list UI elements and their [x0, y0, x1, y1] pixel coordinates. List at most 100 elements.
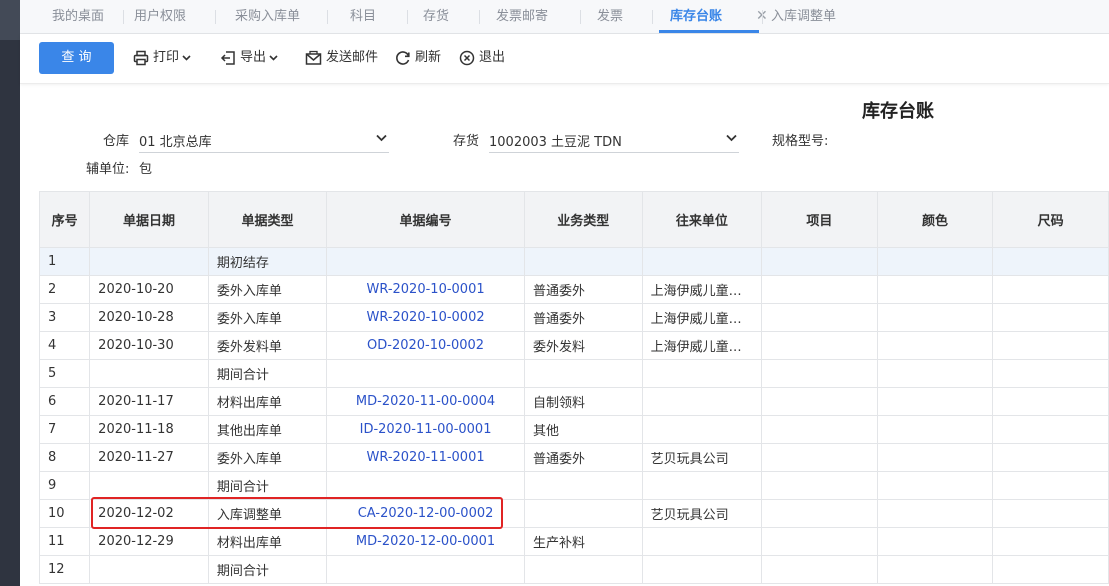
table-row[interactable]: 9 期间合计 — [38, 471, 1109, 500]
cell-partner — [641, 387, 763, 416]
table-row[interactable]: 11 2020-12-29 材料出库单 MD-2020-12-00-0001 生产补料 — [38, 527, 1109, 556]
toolbar: 查 询 打印 导出 发送邮件 刷新 退出 — [20, 34, 1109, 84]
printer-icon — [133, 50, 149, 66]
spec-model-label: 规格型号: — [772, 134, 829, 149]
table-row[interactable]: 12 期间合计 — [38, 555, 1109, 584]
cell-color — [876, 359, 994, 388]
doc-number-link[interactable] — [326, 359, 526, 388]
cell-color — [876, 331, 994, 360]
doc-number-link[interactable]: CA-2020-12-00-0002 — [326, 499, 526, 528]
table-row[interactable]: 2 2020-10-20 委外入库单 WR-2020-10-0001 普通委外 上海伊威儿… — [38, 275, 1109, 304]
cell-size — [992, 415, 1109, 444]
tab-user-permissions[interactable]: 用户权限 — [134, 0, 186, 32]
cell-color — [876, 443, 994, 472]
cell-index: 9 — [38, 471, 91, 500]
chevron-down-icon — [726, 134, 737, 142]
doc-number-link[interactable]: WR-2020-11-0001 — [326, 443, 526, 472]
table-row[interactable]: 6 2020-11-17 材料出库单 MD-2020-11-00-0004 自制领料 — [38, 387, 1109, 416]
cell-date: 2020-10-30 — [89, 331, 209, 360]
cell-doc-type: 材料出库单 — [207, 387, 328, 416]
table-row[interactable]: 3 2020-10-28 委外入库单 WR-2020-10-0002 普通委外 上海伊威儿… — [38, 303, 1109, 332]
tab-accounts[interactable]: 科目 — [350, 0, 376, 32]
export-label: 导出 — [240, 50, 267, 65]
table-row[interactable]: 10 2020-12-02 入库调整单 CA-2020-12-00-0002 艺贝玩具公… — [38, 499, 1109, 528]
cell-size — [992, 443, 1109, 472]
column-header-partner[interactable]: 往来单位 — [641, 191, 763, 248]
inventory-value: 1002003 土豆泥 TDN — [489, 135, 622, 150]
cell-date: 2020-10-20 — [89, 275, 209, 304]
cell-date: 2020-11-18 — [89, 415, 209, 444]
doc-number-link[interactable]: MD-2020-12-00-0001 — [326, 527, 526, 556]
doc-number-link[interactable]: MD-2020-11-00-0004 — [326, 387, 526, 416]
warehouse-value: 01 北京总库 — [139, 135, 212, 150]
cell-color — [876, 303, 994, 332]
tab-my-desktop[interactable]: 我的桌面 — [52, 0, 104, 32]
print-label: 打印 — [153, 50, 180, 65]
cell-index: 2 — [38, 275, 91, 304]
cell-doc-type: 期间合计 — [207, 555, 328, 584]
cell-index: 8 — [38, 443, 91, 472]
doc-number-link[interactable] — [326, 471, 526, 500]
tab-invoice[interactable]: 发票 — [597, 0, 623, 32]
chevron-down-icon — [182, 55, 191, 61]
print-button[interactable]: 打印 — [133, 47, 195, 69]
cell-project — [761, 331, 878, 360]
cell-color — [876, 415, 994, 444]
warehouse-select[interactable]: 01 北京总库 — [139, 127, 389, 153]
inventory-select[interactable]: 1002003 土豆泥 TDN — [489, 127, 739, 153]
tab-inbound-adjustment[interactable]: 入库调整单 — [771, 0, 836, 32]
cell-index: 6 — [38, 387, 91, 416]
column-header-date[interactable]: 单据日期 — [89, 191, 209, 248]
cell-project — [761, 303, 878, 332]
tab-inventory-ledger[interactable]: 库存台账 — [670, 0, 722, 32]
tab-divider — [580, 10, 581, 24]
cell-project — [761, 499, 878, 528]
cell-date — [89, 471, 209, 500]
table-row[interactable]: 8 2020-11-27 委外入库单 WR-2020-11-0001 普通委外 艺贝玩具公… — [38, 443, 1109, 472]
table-row[interactable]: 4 2020-10-30 委外发料单 OD-2020-10-0002 委外发料 上海伊威儿… — [38, 331, 1109, 360]
cell-size — [992, 527, 1109, 556]
cell-project — [761, 527, 878, 556]
cell-date: 2020-11-27 — [89, 443, 209, 472]
aux-unit-value: 包 — [139, 162, 153, 177]
table-row[interactable]: 1 期初结存 — [38, 247, 1109, 276]
inventory-label: 存货 — [453, 134, 480, 149]
query-button[interactable]: 查 询 — [39, 42, 114, 74]
close-icon[interactable]: ✕ — [756, 9, 770, 23]
column-header-doc-type[interactable]: 单据类型 — [207, 191, 328, 248]
left-nav-top — [0, 0, 20, 40]
cell-project — [761, 555, 878, 584]
tab-divider — [123, 10, 124, 24]
cell-partner — [641, 527, 763, 556]
doc-number-link[interactable]: OD-2020-10-0002 — [326, 331, 526, 360]
export-button[interactable]: 导出 — [220, 47, 282, 69]
column-header-index[interactable]: 序号 — [38, 191, 91, 248]
cell-date: 2020-10-28 — [89, 303, 209, 332]
cell-color — [876, 499, 994, 528]
column-header-doc-number[interactable]: 单据编号 — [326, 191, 526, 248]
doc-number-link[interactable]: WR-2020-10-0002 — [326, 303, 526, 332]
column-header-color[interactable]: 颜色 — [876, 191, 994, 248]
doc-number-link[interactable]: WR-2020-10-0001 — [326, 275, 526, 304]
column-header-project[interactable]: 项目 — [761, 191, 878, 248]
cell-partner: 上海伊威儿童… — [641, 275, 763, 304]
tab-purchase-inbound[interactable]: 采购入库单 — [235, 0, 300, 32]
table-row[interactable]: 7 2020-11-18 其他出库单 ID-2020-11-00-0001 其他 — [38, 415, 1109, 444]
table-row[interactable]: 5 期间合计 — [38, 359, 1109, 388]
refresh-button[interactable]: 刷新 — [395, 47, 441, 69]
doc-number-link[interactable]: ID-2020-11-00-0001 — [326, 415, 526, 444]
doc-number-link[interactable] — [326, 555, 526, 584]
aux-unit-label: 辅单位: — [86, 162, 130, 177]
cell-doc-type: 期间合计 — [207, 471, 328, 500]
tab-invoice-mail[interactable]: 发票邮寄 — [496, 0, 548, 32]
cell-size — [992, 331, 1109, 360]
doc-number-link[interactable] — [326, 247, 526, 276]
column-header-business-type[interactable]: 业务类型 — [524, 191, 643, 248]
cell-index: 7 — [38, 415, 91, 444]
send-email-button[interactable]: 发送邮件 — [305, 47, 378, 69]
tab-inventory[interactable]: 存货 — [423, 0, 449, 32]
column-header-size[interactable]: 尺码 — [992, 191, 1109, 248]
exit-button[interactable]: 退出 — [459, 47, 505, 69]
ledger-table: 序号 单据日期 单据类型 单据编号 业务类型 往来单位 项目 颜色 尺码 1 期初… — [38, 191, 1109, 584]
cell-project — [761, 359, 878, 388]
